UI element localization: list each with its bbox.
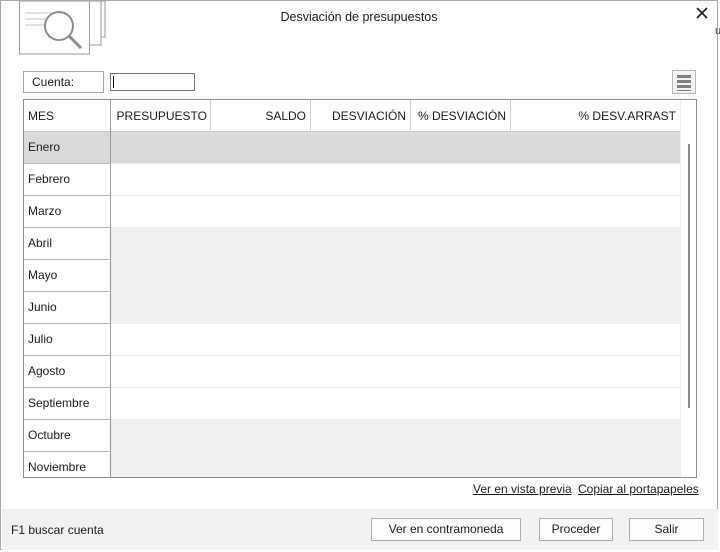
scrollbar-thumb[interactable] xyxy=(688,144,690,408)
copy-clipboard-link[interactable]: Copiar al portapapeles xyxy=(578,482,699,496)
values-cell xyxy=(111,260,680,292)
proceder-button[interactable]: Proceder xyxy=(539,518,613,541)
mes-cell: Junio xyxy=(24,292,111,324)
values-cell xyxy=(111,356,680,388)
column-header-mes[interactable]: MES xyxy=(24,100,111,132)
menu-button[interactable] xyxy=(672,70,696,94)
table-row[interactable]: Marzo xyxy=(24,196,680,228)
text-caret xyxy=(113,76,114,88)
table-row[interactable]: Junio xyxy=(24,292,680,324)
mes-cell: Mayo xyxy=(24,260,111,292)
cuenta-input[interactable] xyxy=(110,73,195,91)
mes-cell: Octubre xyxy=(24,420,111,452)
salir-button[interactable]: Salir xyxy=(629,518,704,541)
values-cell xyxy=(111,196,680,228)
values-cell xyxy=(111,164,680,196)
table-header: MES PRESUPUESTO SALDO DESVIACIÓN % DESVI… xyxy=(24,100,680,132)
f1-hint-text: F1 buscar cuenta xyxy=(11,523,104,537)
mes-cell: Enero xyxy=(24,132,111,164)
table-row[interactable]: Octubre xyxy=(24,420,680,452)
table-row[interactable]: Enero xyxy=(24,132,680,164)
table-row[interactable]: Febrero xyxy=(24,164,680,196)
table-body: Enero Febrero Marzo Abril Mayo Junio Jul… xyxy=(24,132,680,477)
close-icon[interactable] xyxy=(693,4,711,22)
preview-link[interactable]: Ver en vista previa xyxy=(473,482,572,496)
table-row[interactable]: Julio xyxy=(24,324,680,356)
values-cell xyxy=(111,452,680,477)
contramoneda-button[interactable]: Ver en contramoneda xyxy=(371,518,521,541)
values-cell xyxy=(111,388,680,420)
column-header-saldo[interactable]: SALDO xyxy=(211,100,311,132)
mes-cell: Febrero xyxy=(24,164,111,196)
window-title: Desviación de presupuestos xyxy=(280,10,438,24)
mes-cell: Marzo xyxy=(24,196,111,228)
vertical-scrollbar[interactable] xyxy=(680,100,696,477)
values-cell xyxy=(111,324,680,356)
dialog-window: Desviación de presupuestos u Cuenta: MES… xyxy=(0,0,720,550)
column-header-desviacion[interactable]: DESVIACIÓN xyxy=(311,100,411,132)
mes-cell: Septiembre xyxy=(24,388,111,420)
table-row[interactable]: Septiembre xyxy=(24,388,680,420)
table-row[interactable]: Agosto xyxy=(24,356,680,388)
column-header-presupuesto[interactable]: PRESUPUESTO xyxy=(111,100,211,132)
table-row[interactable]: Mayo xyxy=(24,260,680,292)
mes-cell: Agosto xyxy=(24,356,111,388)
values-cell xyxy=(111,228,680,260)
column-header-porcentaje-desviacion[interactable]: % DESVIACIÓN xyxy=(411,100,511,132)
background-window-edge-text: u xyxy=(715,25,720,37)
column-header-porcentaje-desv-arrast[interactable]: % DESV.ARRAST xyxy=(511,100,680,132)
values-cell xyxy=(111,132,680,164)
mes-cell: Abril xyxy=(24,228,111,260)
cuenta-label: Cuenta: xyxy=(23,71,104,93)
table-row[interactable]: Noviembre xyxy=(24,452,680,477)
table-row[interactable]: Abril xyxy=(24,228,680,260)
budget-deviation-table[interactable]: MES PRESUPUESTO SALDO DESVIACIÓN % DESVI… xyxy=(23,99,697,478)
mes-cell: Julio xyxy=(24,324,111,356)
mes-cell: Noviembre xyxy=(24,452,111,477)
values-cell xyxy=(111,292,680,324)
values-cell xyxy=(111,420,680,452)
